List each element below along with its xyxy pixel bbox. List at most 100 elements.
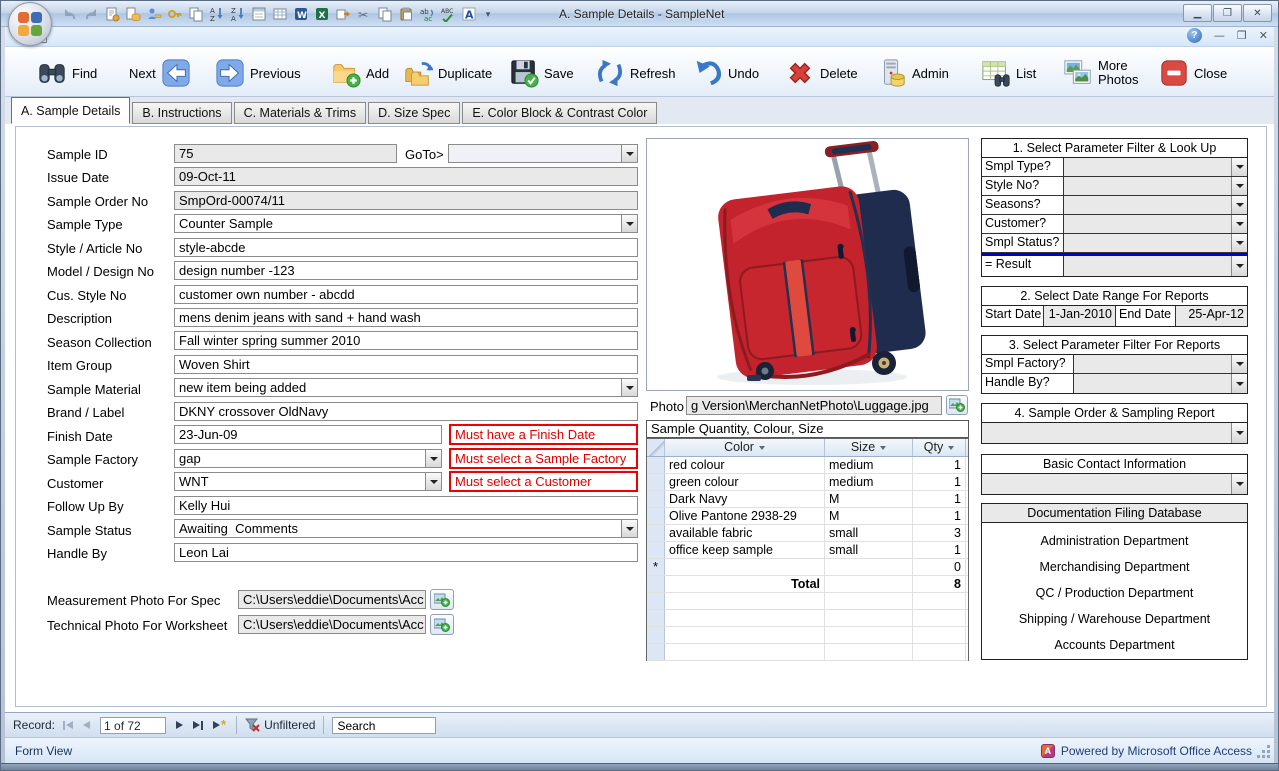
find-button[interactable]: Find (37, 55, 97, 91)
undo-icon[interactable] (61, 5, 79, 23)
previous-button[interactable]: Previous (215, 55, 301, 91)
dropdown-button[interactable] (1231, 374, 1247, 393)
dropdown-button[interactable] (425, 473, 441, 490)
list-button[interactable]: List (981, 55, 1036, 91)
doc-close-icon[interactable]: ✕ (1259, 29, 1268, 42)
season-collection-field[interactable]: Fall winter spring summer 2010 (174, 331, 638, 350)
seasons-combo[interactable] (1064, 196, 1247, 214)
dropdown-button[interactable] (1231, 423, 1247, 443)
dropdown-button[interactable] (621, 145, 637, 162)
replace-icon[interactable]: abac (418, 5, 436, 23)
smpl-factory-filter-combo[interactable] (1074, 355, 1247, 373)
description-field[interactable]: mens denim jeans with sand + hand wash (174, 308, 638, 327)
contact-info-combo[interactable] (982, 474, 1247, 494)
record-position[interactable]: 1 of 72 (100, 717, 166, 734)
dropdown-button[interactable] (621, 215, 637, 232)
last-record-button[interactable] (191, 719, 205, 732)
row-selector[interactable] (647, 491, 665, 507)
dropdown-button[interactable] (1231, 177, 1247, 195)
handle-by-field[interactable]: Leon Lai (174, 543, 638, 562)
sample-status-combo[interactable]: Awaiting Comments (174, 519, 638, 538)
key-icon[interactable] (166, 5, 184, 23)
measurement-photo-path[interactable]: C:\Users\eddie\Documents\Acc (238, 590, 426, 609)
new-record-button[interactable]: * (211, 718, 228, 732)
style-no-combo[interactable] (1064, 177, 1247, 195)
tab-instructions[interactable]: B. Instructions (132, 102, 231, 124)
sample-id-field[interactable]: 75 (174, 144, 397, 163)
save-button[interactable]: Save (509, 55, 574, 91)
handle-by-filter-combo[interactable] (1074, 374, 1247, 393)
duplicate-button[interactable]: Duplicate (403, 55, 492, 91)
more-photos-button[interactable]: More Photos (1063, 55, 1142, 91)
previous-record-button[interactable] (81, 719, 92, 731)
admin-button[interactable]: Admin (877, 55, 949, 91)
row-selector[interactable] (647, 542, 665, 558)
sample-order-no-field[interactable]: SmpOrd-00074/11 (174, 191, 638, 210)
model-design-no-field[interactable]: design number -123 (174, 261, 638, 280)
doc-link-qc-production[interactable]: QC / Production Department (982, 586, 1247, 600)
sampling-report-combo[interactable] (982, 423, 1247, 443)
restore-button[interactable]: ❐ (1213, 4, 1242, 22)
next-button[interactable]: Next (129, 55, 191, 91)
dropdown-button[interactable] (425, 450, 441, 467)
search-input[interactable]: Search (332, 717, 436, 734)
new-object-icon[interactable] (103, 5, 121, 23)
start-date-field[interactable]: 1-Jan-2010 (1044, 306, 1116, 326)
sort-za-icon[interactable]: ZA (229, 5, 247, 23)
sample-factory-combo[interactable]: gap (174, 449, 442, 468)
help-icon[interactable]: ? (1187, 28, 1202, 43)
smpl-type-combo[interactable] (1064, 158, 1247, 176)
resize-grip[interactable] (1258, 746, 1270, 758)
brand-label-field[interactable]: DKNY crossover OldNavy (174, 402, 638, 421)
close-button[interactable]: Close (1159, 55, 1227, 91)
minimize-button[interactable]: ▁ (1183, 4, 1212, 22)
row-selector[interactable] (647, 525, 665, 541)
undo-button[interactable]: Undo (693, 55, 759, 91)
finish-date-field[interactable]: 23-Jun-09 (174, 425, 442, 444)
row-selector[interactable] (647, 457, 665, 473)
doc-minimize-icon[interactable]: — (1214, 29, 1225, 42)
spelling-icon[interactable]: ABC (439, 5, 457, 23)
sample-type-combo[interactable]: Counter Sample (174, 214, 638, 233)
dropdown-button[interactable] (1231, 158, 1247, 176)
style-article-no-field[interactable]: style-abcde (174, 238, 638, 257)
user-permissions-icon[interactable] (145, 5, 163, 23)
dropdown-button[interactable] (1231, 355, 1247, 373)
cut-icon[interactable]: ✂ (355, 5, 373, 23)
first-record-button[interactable] (61, 719, 75, 732)
add-button[interactable]: Add (331, 55, 389, 91)
qat-overflow-icon[interactable]: ▾ (481, 6, 495, 22)
column-header-color[interactable]: Color (665, 439, 825, 456)
office-button[interactable] (8, 2, 52, 46)
measurement-photo-add-button[interactable] (430, 589, 454, 610)
column-header-qty[interactable]: Qty (913, 439, 966, 456)
next-record-button[interactable] (174, 719, 185, 731)
customer-filter-combo[interactable] (1064, 215, 1247, 233)
dropdown-button[interactable] (621, 520, 637, 537)
customer-combo[interactable]: WNT (174, 472, 442, 491)
technical-photo-path[interactable]: C:\Users\eddie\Documents\Acc (238, 615, 426, 634)
font-icon[interactable]: A (460, 5, 478, 23)
dropdown-button[interactable] (621, 379, 637, 396)
excel-export-icon[interactable]: X (313, 5, 331, 23)
tab-materials-trims[interactable]: C. Materials & Trims (234, 102, 367, 124)
sample-material-combo[interactable]: new item being added (174, 378, 638, 397)
doc-link-merchandising[interactable]: Merchandising Department (982, 560, 1247, 574)
datasheet-view-icon[interactable] (271, 5, 289, 23)
doc-restore-icon[interactable]: ❐ (1237, 29, 1247, 42)
doc-link-shipping[interactable]: Shipping / Warehouse Department (982, 612, 1247, 626)
goto-combo[interactable] (448, 144, 638, 163)
cus-style-no-field[interactable]: customer own number - abcdd (174, 285, 638, 304)
database-properties-icon[interactable] (124, 5, 142, 23)
sort-az-icon[interactable]: AZ (208, 5, 226, 23)
dropdown-button[interactable] (1231, 215, 1247, 233)
dropdown-button[interactable] (1231, 196, 1247, 214)
follow-up-by-field[interactable]: Kelly Hui (174, 496, 638, 515)
refresh-button[interactable]: Refresh (595, 55, 676, 91)
photo-add-button[interactable] (946, 395, 968, 415)
dropdown-button[interactable] (1231, 474, 1247, 494)
doc-link-accounts[interactable]: Accounts Department (982, 638, 1247, 652)
tab-color-block[interactable]: E. Color Block & Contrast Color (462, 102, 657, 124)
smpl-status-combo[interactable] (1064, 234, 1247, 252)
filter-status[interactable]: Unfiltered (264, 718, 315, 732)
